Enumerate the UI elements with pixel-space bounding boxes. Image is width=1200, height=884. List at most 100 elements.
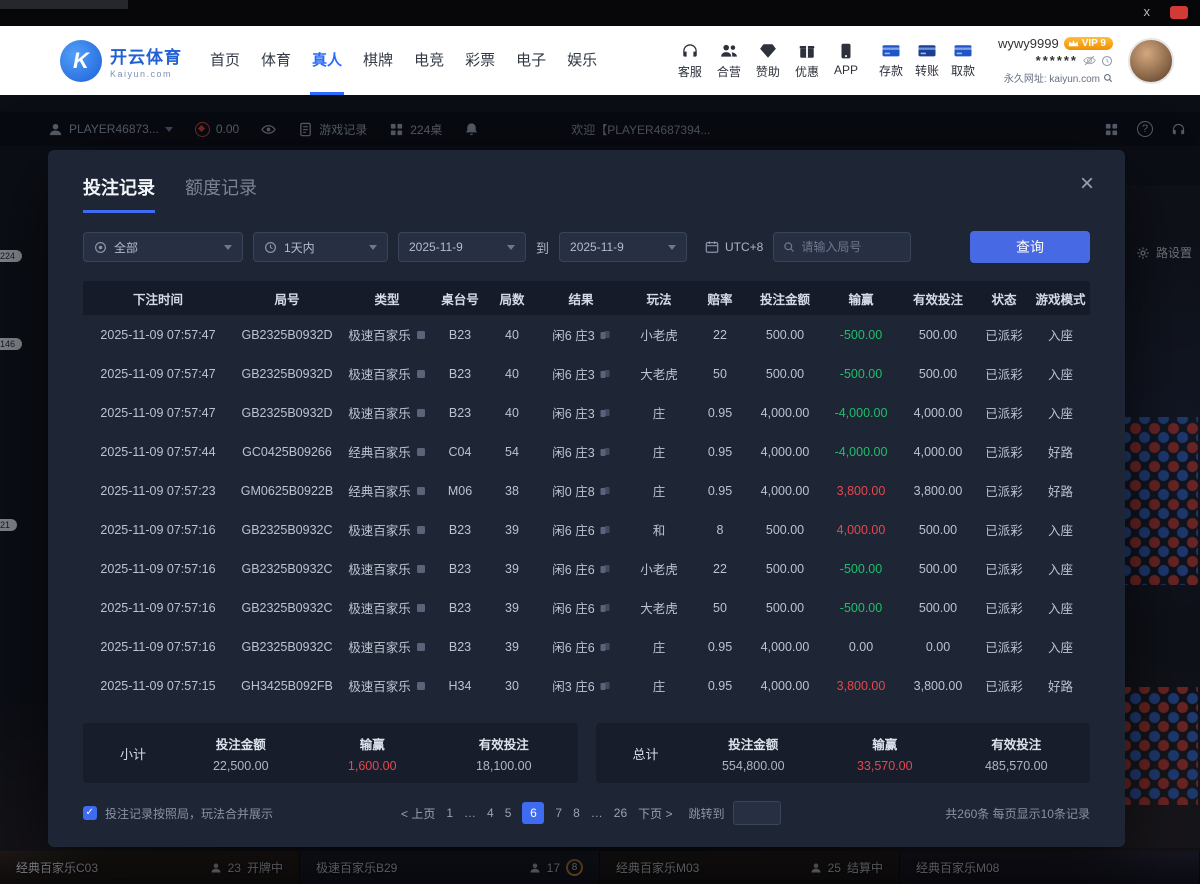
page-button[interactable]: 7 xyxy=(555,806,562,820)
modal-tab[interactable]: 额度记录 xyxy=(185,174,257,213)
game-type-icon xyxy=(416,603,426,613)
calendar-icon xyxy=(705,240,719,254)
result-detail-icon[interactable] xyxy=(600,330,610,340)
close-icon[interactable]: × xyxy=(1080,172,1094,196)
cell-status: 已派彩 xyxy=(977,598,1031,617)
cell-status: 已派彩 xyxy=(977,520,1031,539)
cell-bet-amount: 4,000.00 xyxy=(747,445,823,459)
cell-round-id: GB2325B0932D xyxy=(233,328,341,342)
merge-toggle[interactable]: 投注记录按照局，玩法合并展示 xyxy=(83,805,375,822)
result-detail-icon[interactable] xyxy=(600,681,610,691)
subtotal-valid-value: 18,100.00 xyxy=(438,759,570,773)
cell-table-no: B23 xyxy=(433,523,487,537)
page-button[interactable]: 1 xyxy=(446,806,453,820)
quick-link-label: 客服 xyxy=(678,63,702,80)
username[interactable]: wywy9999 xyxy=(998,36,1059,51)
jump-label: 跳转到 xyxy=(688,805,724,822)
round-search-input[interactable] xyxy=(801,240,901,254)
permanent-url: 永久网址: kaiyun.com xyxy=(1004,70,1100,85)
table-header-row: 下注时间局号类型桌台号局数结果玩法赔率投注金额输赢有效投注状态游戏模式 xyxy=(83,281,1090,315)
cell-win-loss: 4,000.00 xyxy=(823,523,899,537)
page-button[interactable]: 6 xyxy=(522,802,544,824)
cell-game-type: 极速百家乐 xyxy=(341,403,433,422)
page-button[interactable]: 26 xyxy=(614,806,627,820)
result-detail-icon[interactable] xyxy=(600,564,610,574)
cell-game-type: 极速百家乐 xyxy=(341,325,433,344)
cell-odds: 50 xyxy=(693,601,747,615)
cell-round-id: GC0425B09266 xyxy=(233,445,341,459)
page-button[interactable]: 5 xyxy=(505,806,512,820)
cell-game-type: 极速百家乐 xyxy=(341,520,433,539)
nav-item[interactable]: 体育 xyxy=(259,26,293,95)
date-from-select[interactable]: 2025-11-9 xyxy=(398,232,526,262)
cell-game-mode: 入座 xyxy=(1031,403,1090,422)
category-value: 全部 xyxy=(114,239,138,256)
pagination: < 上页 1 … 45678 … 26 下页 > xyxy=(401,802,672,824)
cell-bet-amount: 500.00 xyxy=(747,367,823,381)
cell-bet-amount: 4,000.00 xyxy=(747,406,823,420)
quick-link-partner[interactable]: 合营 xyxy=(717,42,741,80)
modal-tabs: 投注记录额度记录 xyxy=(83,174,257,213)
cell-game-mode: 入座 xyxy=(1031,559,1090,578)
cell-play-type: 小老虎 xyxy=(625,325,693,344)
result-detail-icon[interactable] xyxy=(600,447,610,457)
user-block: wywy9999 VIP 9 ****** 永久网址: kaiyun.com xyxy=(998,36,1113,85)
nav-item[interactable]: 电竞 xyxy=(412,26,446,95)
result-detail-icon[interactable] xyxy=(600,642,610,652)
nav-item[interactable]: 娱乐 xyxy=(565,26,599,95)
eye-off-icon[interactable] xyxy=(1083,54,1096,67)
quick-link-sponsor[interactable]: 赞助 xyxy=(756,42,780,80)
page-button[interactable]: < 上页 xyxy=(401,805,435,822)
page-button[interactable]: 8 xyxy=(573,806,580,820)
nav-item[interactable]: 电子 xyxy=(514,26,548,95)
result-detail-icon[interactable] xyxy=(600,525,610,535)
cell-win-loss: -500.00 xyxy=(823,601,899,615)
column-header: 结果 xyxy=(537,289,625,308)
result-detail-icon[interactable] xyxy=(600,486,610,496)
modal-tab[interactable]: 投注记录 xyxy=(83,174,155,213)
strip-close-icon[interactable]: x xyxy=(1144,4,1151,19)
category-circle-icon xyxy=(94,241,107,254)
cell-win-loss: 3,800.00 xyxy=(823,679,899,693)
date-to-select[interactable]: 2025-11-9 xyxy=(559,232,687,262)
page-button[interactable]: 4 xyxy=(487,806,494,820)
category-select[interactable]: 全部 xyxy=(83,232,243,262)
query-button[interactable]: 查询 xyxy=(970,231,1090,263)
total-valid-value: 485,570.00 xyxy=(951,759,1083,773)
result-detail-icon[interactable] xyxy=(600,603,610,613)
table-row: 2025-11-09 07:57:16 GB2325B0932C 极速百家乐 B… xyxy=(83,510,1090,549)
result-detail-icon[interactable] xyxy=(600,369,610,379)
deposit-link[interactable]: 存款 xyxy=(879,42,903,79)
cell-status: 已派彩 xyxy=(977,481,1031,500)
quick-link-label: 赞助 xyxy=(756,63,780,80)
cell-game-type: 极速百家乐 xyxy=(341,637,433,656)
site-logo[interactable]: K 开云体育 Kaiyun.com xyxy=(60,40,182,82)
main-nav: 首页体育真人棋牌电竞彩票电子娱乐 xyxy=(208,26,599,95)
page-button[interactable]: 下页 > xyxy=(638,805,672,822)
quick-link-app[interactable]: APP xyxy=(834,42,858,80)
withdraw-link[interactable]: 取款 xyxy=(951,42,975,79)
page-button[interactable]: … xyxy=(591,806,603,820)
merge-checkbox[interactable] xyxy=(83,806,97,820)
page-button[interactable]: … xyxy=(464,806,476,820)
nav-item[interactable]: 首页 xyxy=(208,26,242,95)
quick-link-promo[interactable]: 优惠 xyxy=(795,42,819,80)
result-detail-icon[interactable] xyxy=(600,408,610,418)
total-box: 总计 投注金额554,800.00 输赢33,570.00 有效投注485,57… xyxy=(596,723,1091,783)
nav-item[interactable]: 棋牌 xyxy=(361,26,395,95)
jump-page-input[interactable] xyxy=(733,801,781,825)
refresh-balance-icon[interactable] xyxy=(1101,55,1113,67)
cell-game-mode: 入座 xyxy=(1031,598,1090,617)
column-header: 输赢 xyxy=(823,289,899,308)
nav-item[interactable]: 真人 xyxy=(310,26,344,95)
user-avatar[interactable] xyxy=(1128,38,1174,84)
transfer-link[interactable]: 转账 xyxy=(915,42,939,79)
quick-link-service[interactable]: 客服 xyxy=(678,42,702,80)
search-icon[interactable] xyxy=(1103,73,1113,83)
time-range-select[interactable]: 1天内 xyxy=(253,232,388,262)
column-header: 玩法 xyxy=(625,289,693,308)
table-row: 2025-11-09 07:57:47 GB2325B0932D 极速百家乐 B… xyxy=(83,354,1090,393)
cell-game-mode: 好路 xyxy=(1031,481,1090,500)
nav-item[interactable]: 彩票 xyxy=(463,26,497,95)
cell-table-no: B23 xyxy=(433,562,487,576)
